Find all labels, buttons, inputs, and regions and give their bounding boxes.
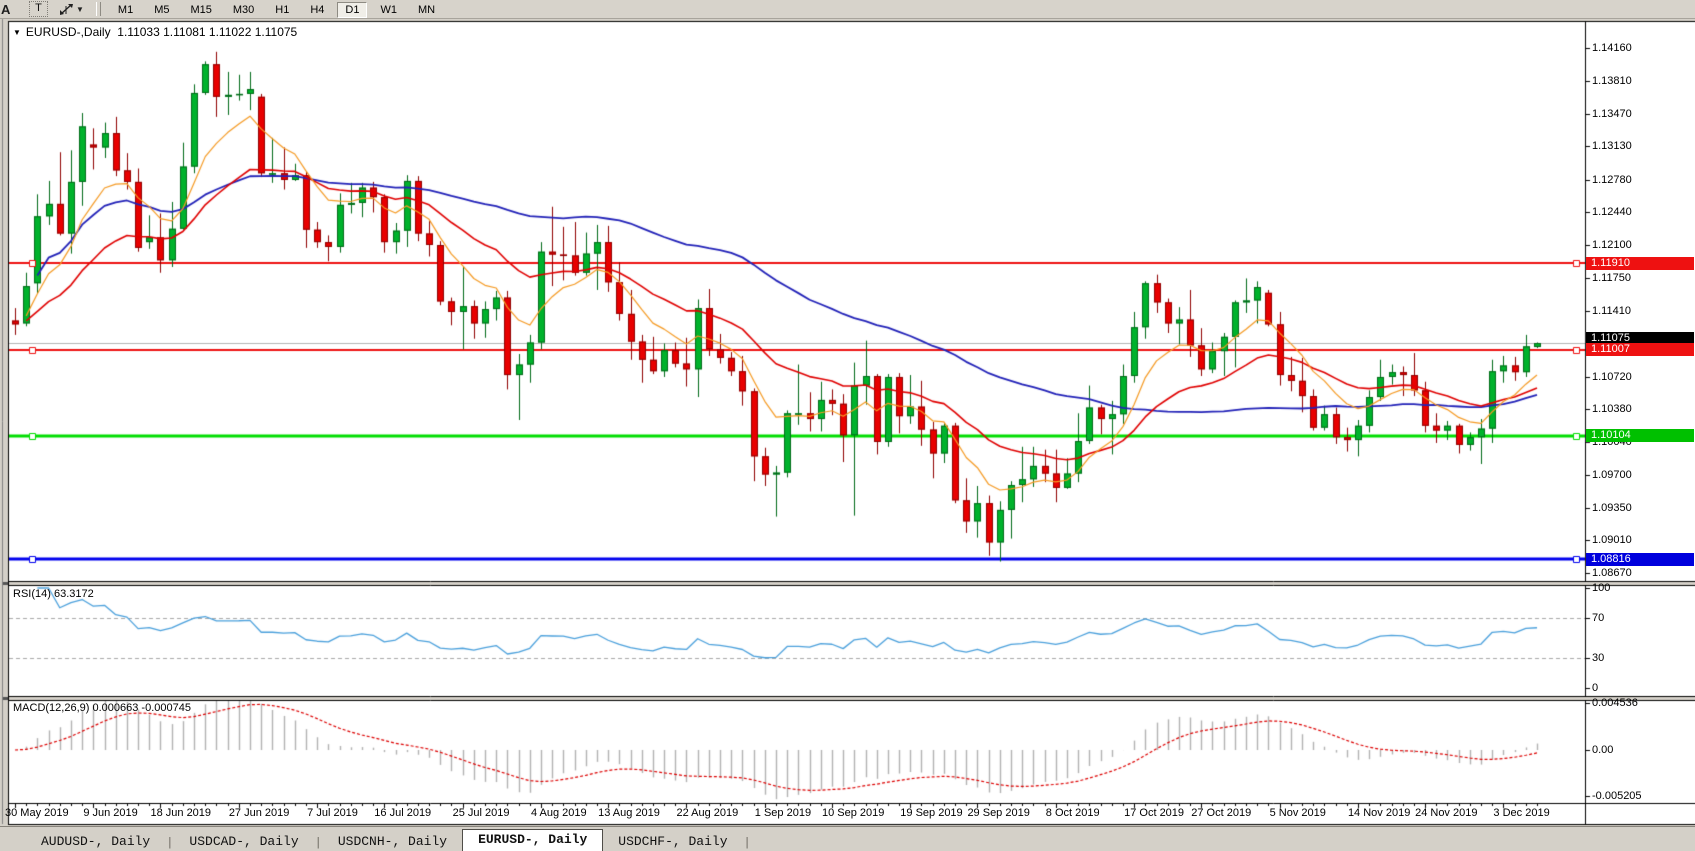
tab-separator: |: [165, 835, 174, 851]
timeframe-button-H4[interactable]: H4: [302, 2, 332, 18]
toolbar: A T ▼ M1 M5 M15 M30 H1 H4 D1 W1 MN: [0, 0, 1695, 19]
macd-axis-label: 0.00: [1592, 745, 1613, 756]
text-tool-button[interactable]: T: [29, 1, 48, 17]
timeframe-button-MN[interactable]: MN: [410, 2, 443, 18]
price-axis-tick: 1.12780: [1592, 175, 1632, 186]
tab-usdcad[interactable]: USDCAD-, Daily: [174, 833, 313, 851]
price-line-tag: 1.11007: [1586, 343, 1694, 356]
price-axis-tick: 1.08670: [1592, 568, 1632, 579]
date-axis-label: 29 Sep 2019: [967, 807, 1029, 819]
tab-separator: |: [743, 835, 752, 851]
date-axis-label: 14 Nov 2019: [1348, 807, 1410, 819]
toolbar-letter-a[interactable]: A: [1, 2, 17, 17]
price-axis-tick: 1.11750: [1592, 273, 1631, 284]
price-axis-tick: 1.13130: [1592, 141, 1632, 152]
date-axis-label: 22 Aug 2019: [676, 807, 738, 819]
date-axis-label: 8 Oct 2019: [1046, 807, 1100, 819]
price-line-tag: 1.08816: [1586, 553, 1694, 566]
timeframe-button-M30[interactable]: M30: [225, 2, 262, 18]
rsi-axis-label: 70: [1592, 613, 1604, 624]
price-axis-tick: 1.12100: [1592, 240, 1632, 251]
chart-title: ▼ EURUSD-,Daily 1.11033 1.11081 1.11022 1…: [13, 25, 297, 39]
date-axis-label: 25 Jul 2019: [453, 807, 510, 819]
tab-usdchf[interactable]: USDCHF-, Daily: [603, 833, 742, 851]
chart-title-symbol: EURUSD-,Daily: [26, 25, 111, 39]
price-axis-tick: 1.10380: [1592, 404, 1632, 415]
price-axis-tick: 1.14160: [1592, 43, 1632, 54]
timeframe-button-D1[interactable]: D1: [337, 2, 367, 18]
timeframe-button-M5[interactable]: M5: [146, 2, 177, 18]
tab-separator: |: [314, 835, 323, 851]
date-axis-label: 30 May 2019: [5, 807, 69, 819]
date-axis-label: 5 Nov 2019: [1270, 807, 1326, 819]
rsi-axis-label: 30: [1592, 653, 1604, 664]
date-axis-label: 17 Oct 2019: [1124, 807, 1184, 819]
date-axis-label: 13 Aug 2019: [598, 807, 660, 819]
macd-axis-label: 0.004536: [1592, 698, 1638, 709]
chart-tab-bar: AUDUSD-, Daily|USDCAD-, Daily|USDCNH-, D…: [0, 826, 1695, 851]
price-line-tag: 1.11910: [1586, 257, 1694, 270]
tab-audusd[interactable]: AUDUSD-, Daily: [26, 833, 165, 851]
date-axis-label: 4 Aug 2019: [531, 807, 587, 819]
tab-eurusd[interactable]: EURUSD-, Daily: [462, 829, 603, 851]
timeframe-button-M1[interactable]: M1: [110, 2, 141, 18]
price-axis-tick: 1.13810: [1592, 76, 1632, 87]
timeframe-button-W1[interactable]: W1: [372, 2, 405, 18]
price-axis-tick: 1.10720: [1592, 372, 1632, 383]
date-axis-label: 24 Nov 2019: [1415, 807, 1477, 819]
crosshair-arrows-icon: [59, 3, 74, 16]
date-axis-label: 9 Jun 2019: [83, 807, 137, 819]
chevron-down-icon: ▼: [76, 5, 84, 14]
cursor-tool-button[interactable]: ▼: [59, 3, 84, 16]
date-axis-label: 10 Sep 2019: [822, 807, 884, 819]
price-axis-tick: 1.13470: [1592, 109, 1632, 120]
timeframe-button-M15[interactable]: M15: [182, 2, 219, 18]
price-line-tag: 1.10104: [1586, 429, 1694, 442]
date-axis-label: 3 Dec 2019: [1493, 807, 1549, 819]
date-axis-label: 19 Sep 2019: [900, 807, 962, 819]
rsi-axis-label: 100: [1592, 583, 1610, 594]
macd-label: MACD(12,26,9) 0.000663 -0.000745: [13, 702, 191, 714]
date-axis-label: 16 Jul 2019: [374, 807, 431, 819]
price-axis-tick: 1.09010: [1592, 535, 1632, 546]
collapse-chart-icon[interactable]: ▼: [13, 28, 21, 37]
toolbar-separator: [96, 2, 101, 16]
price-chart-canvas[interactable]: [0, 0, 1695, 850]
chart-title-ohlc: 1.11033 1.11081 1.11022 1.11075: [117, 25, 297, 39]
timeframe-button-H1[interactable]: H1: [267, 2, 297, 18]
date-axis-label: 7 Jul 2019: [307, 807, 358, 819]
price-axis-tick: 1.09350: [1592, 503, 1632, 514]
price-axis-tick: 1.11410: [1592, 306, 1631, 317]
date-axis-label: 27 Jun 2019: [229, 807, 290, 819]
date-axis-label: 18 Jun 2019: [150, 807, 211, 819]
tab-usdcnh[interactable]: USDCNH-, Daily: [323, 833, 462, 851]
macd-axis-label: -0.005205: [1592, 791, 1642, 802]
price-axis-tick: 1.09700: [1592, 470, 1632, 481]
date-axis-label: 27 Oct 2019: [1191, 807, 1251, 819]
date-axis-label: 1 Sep 2019: [755, 807, 811, 819]
rsi-label: RSI(14) 63.3172: [13, 588, 94, 600]
rsi-axis-label: 0: [1592, 683, 1598, 694]
timeframe-button-group: M1 M5 M15 M30 H1 H4 D1 W1 MN: [110, 0, 448, 18]
tab-bar-spacer: [0, 827, 26, 851]
price-axis-tick: 1.12440: [1592, 207, 1632, 218]
mt4-window: A T ▼ M1 M5 M15 M30 H1 H4 D1 W1 MN ▼ EURUSD-,Dail…: [0, 0, 1695, 850]
